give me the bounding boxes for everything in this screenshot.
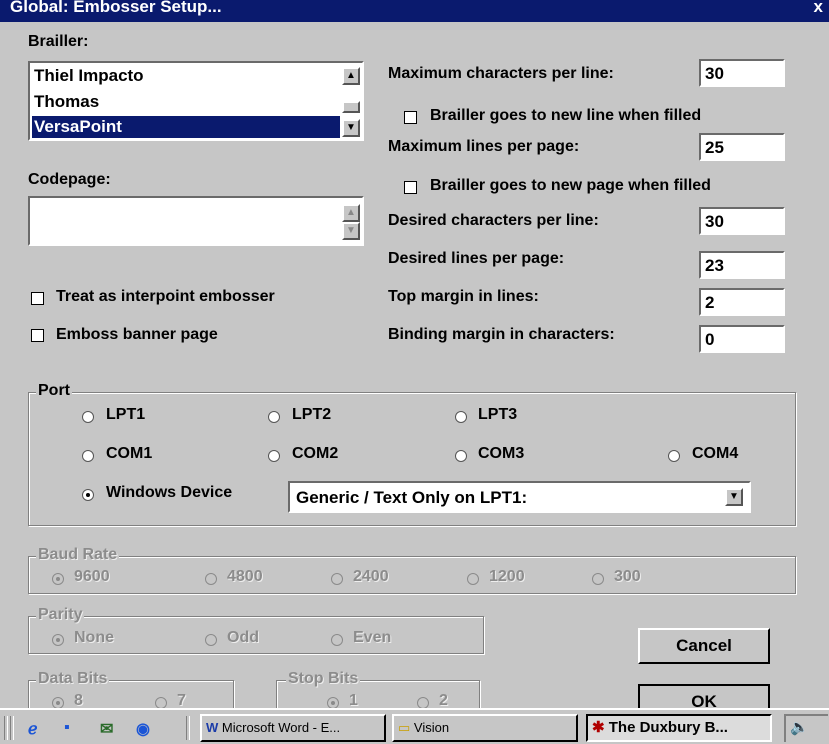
top-margin-label: Top margin in lines: xyxy=(388,288,539,305)
radio-baud-2400[interactable] xyxy=(331,573,343,585)
taskbar-item-vision[interactable]: ▭ Vision xyxy=(392,714,578,742)
radio-com4-label: COM4 xyxy=(692,445,739,462)
radio-baud-9600[interactable] xyxy=(52,573,64,585)
device-select[interactable]: Generic / Text Only on LPT1: ▼ xyxy=(288,481,751,513)
newline-checkbox[interactable] xyxy=(404,111,417,124)
top-margin-field[interactable]: 2 xyxy=(699,288,785,316)
close-icon[interactable]: x xyxy=(814,0,823,17)
radio-baud-300[interactable] xyxy=(592,573,604,585)
radio-lpt3[interactable] xyxy=(455,411,467,423)
taskbar-divider xyxy=(4,716,8,740)
banner-checkbox[interactable] xyxy=(31,329,44,342)
radio-parity-even[interactable] xyxy=(331,634,343,646)
desired-lines-field[interactable]: 23 xyxy=(699,251,785,279)
scroll-up-icon[interactable]: ▲ xyxy=(342,67,360,85)
radio-baud-1200-label: 1200 xyxy=(489,568,525,585)
radio-parity-odd-label: Odd xyxy=(227,629,259,646)
list-item[interactable]: Thomas xyxy=(34,91,99,113)
taskbar-item-label: Vision xyxy=(413,720,450,735)
max-chars-label: Maximum characters per line: xyxy=(388,65,614,82)
desired-lines-label: Desired lines per page: xyxy=(388,250,565,267)
radio-com3-label: COM3 xyxy=(478,445,525,462)
radio-baud-2400-label: 2400 xyxy=(353,568,389,585)
radio-windows-device-label: Windows Device xyxy=(106,484,233,501)
databits-legend: Data Bits xyxy=(36,670,110,688)
max-chars-field[interactable]: 30 xyxy=(699,59,785,87)
codepage-listbox[interactable]: ▲ ▼ xyxy=(28,196,364,246)
scroll-down-icon[interactable]: ▼ xyxy=(342,119,360,137)
taskbar-item-label: The Duxbury B... xyxy=(608,719,728,736)
scroll-up-icon[interactable]: ▲ xyxy=(342,204,360,222)
radio-parity-none[interactable] xyxy=(52,634,64,646)
radio-com4[interactable] xyxy=(668,450,680,462)
parity-legend: Parity xyxy=(36,606,85,624)
radio-lpt2-label: LPT2 xyxy=(292,406,332,423)
radio-lpt2[interactable] xyxy=(268,411,280,423)
desktop-icon[interactable]: ▪ xyxy=(64,719,70,737)
list-item[interactable]: Thiel Impacto xyxy=(34,65,144,87)
radio-windows-device[interactable] xyxy=(82,489,94,501)
channel-icon[interactable]: ◉ xyxy=(136,719,150,739)
radio-lpt3-label: LPT3 xyxy=(478,406,518,423)
binding-margin-label: Binding margin in characters: xyxy=(388,326,615,343)
chevron-down-icon[interactable]: ▼ xyxy=(725,488,743,506)
baud-group xyxy=(28,556,796,594)
radio-com2-label: COM2 xyxy=(292,445,339,462)
radio-com3[interactable] xyxy=(455,450,467,462)
taskbar-item-label: Microsoft Word - E... xyxy=(221,720,341,735)
max-lines-label: Maximum lines per page: xyxy=(388,138,580,155)
radio-parity-none-label: None xyxy=(74,629,114,646)
radio-baud-300-label: 300 xyxy=(614,568,641,585)
codepage-label: Codepage: xyxy=(28,171,111,188)
radio-com2[interactable] xyxy=(268,450,280,462)
taskbar: ℯ ▪ ✉ ◉ W Microsoft Word - E... ▭ Vision… xyxy=(0,708,829,744)
title-bar: Global: Embosser Setup... x xyxy=(0,0,829,22)
port-legend: Port xyxy=(36,382,72,400)
duxbury-icon: ✱ xyxy=(592,719,605,736)
binding-margin-field[interactable]: 0 xyxy=(699,325,785,353)
scroll-down-icon[interactable]: ▼ xyxy=(342,222,360,240)
radio-lpt1[interactable] xyxy=(82,411,94,423)
speaker-icon[interactable]: 🔈 xyxy=(790,718,809,736)
outlook-icon[interactable]: ✉ xyxy=(100,719,113,739)
radio-parity-odd[interactable] xyxy=(205,634,217,646)
radio-com1-label: COM1 xyxy=(106,445,153,462)
list-item-selected[interactable]: VersaPoint xyxy=(32,116,340,138)
brailler-label: Brailler: xyxy=(28,33,89,50)
ie-icon[interactable]: ℯ xyxy=(28,719,37,739)
brailler-listbox[interactable]: Thiel Impacto Thomas VersaPoint ▲ ▼ xyxy=(28,61,364,141)
desired-chars-label: Desired characters per line: xyxy=(388,212,599,229)
radio-com1[interactable] xyxy=(82,450,94,462)
taskbar-item-duxbury[interactable]: ✱ The Duxbury B... xyxy=(586,714,772,742)
system-tray: 🔈 xyxy=(784,714,828,742)
folder-icon: ▭ xyxy=(398,720,411,735)
interpoint-label: Treat as interpoint embosser xyxy=(56,288,275,305)
desired-chars-field[interactable]: 30 xyxy=(699,207,785,235)
stopbits-legend: Stop Bits xyxy=(286,670,361,688)
device-select-value: Generic / Text Only on LPT1: xyxy=(296,488,528,507)
taskbar-divider xyxy=(186,716,190,740)
scroll-thumb[interactable] xyxy=(342,101,360,113)
max-lines-field[interactable]: 25 xyxy=(699,133,785,161)
window-title: Global: Embosser Setup... xyxy=(10,0,222,16)
newpage-label: Brailler goes to new page when filled xyxy=(430,177,711,194)
radio-baud-4800-label: 4800 xyxy=(227,568,263,585)
taskbar-divider xyxy=(10,716,14,740)
radio-parity-even-label: Even xyxy=(353,629,392,646)
newline-label: Brailler goes to new line when filled xyxy=(430,107,702,124)
word-icon: W xyxy=(206,720,219,735)
interpoint-checkbox[interactable] xyxy=(31,292,44,305)
newpage-checkbox[interactable] xyxy=(404,181,417,194)
cancel-button[interactable]: Cancel xyxy=(638,628,770,664)
banner-label: Emboss banner page xyxy=(56,326,218,343)
radio-baud-1200[interactable] xyxy=(467,573,479,585)
radio-baud-9600-label: 9600 xyxy=(74,568,110,585)
taskbar-item-word[interactable]: W Microsoft Word - E... xyxy=(200,714,386,742)
radio-baud-4800[interactable] xyxy=(205,573,217,585)
baud-legend: Baud Rate xyxy=(36,546,120,564)
radio-lpt1-label: LPT1 xyxy=(106,406,146,423)
